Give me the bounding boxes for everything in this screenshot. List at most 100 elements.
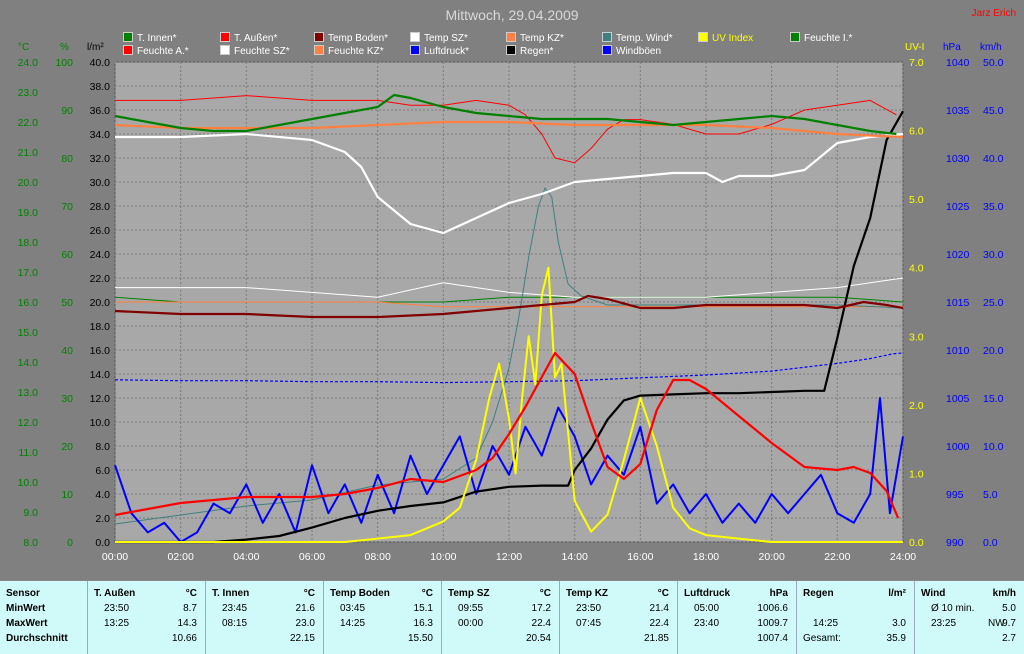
wind-tick: 15.0	[983, 393, 1004, 405]
wind-unit: km/h	[980, 42, 1002, 53]
wind-tick: 0.0	[983, 537, 998, 549]
x-tick: 16:00	[627, 551, 653, 563]
wind-tick: 25.0	[983, 297, 1004, 309]
wind-tick: 30.0	[983, 249, 1004, 261]
stats-min: 21.4	[649, 603, 669, 614]
percent-tick: 30	[61, 393, 73, 405]
legend-label: Feuchte I.*	[804, 33, 853, 44]
stats-max-time: 14:25	[340, 618, 366, 629]
rain-tick: 14.0	[90, 369, 111, 381]
stats-avg-label: Ø 10 min.	[931, 603, 975, 614]
stats-table: Sensor MinWert MaxWert Durchschnitt T. A…	[0, 580, 1024, 654]
stats-max: 3.0	[892, 618, 906, 629]
rain-tick: 22.0	[90, 273, 111, 285]
rain-tick: 38.0	[90, 81, 111, 93]
x-tick: 14:00	[562, 551, 588, 563]
legend-item: T. Innen*	[123, 32, 176, 44]
percent-tick: 90	[61, 105, 73, 117]
stats-avg: 22.15	[289, 633, 315, 644]
stats-header: Temp SZ	[448, 588, 490, 599]
wind-tick: 40.0	[983, 153, 1004, 165]
legend-item: Feuchte A.*	[123, 45, 189, 57]
celsius-tick: 13.0	[18, 387, 39, 399]
legend-item: Feuchte I.*	[790, 32, 852, 44]
percent-unit: %	[60, 42, 69, 53]
stats-unit: °C	[539, 588, 551, 599]
stats-max-time: 00:00	[458, 618, 484, 629]
stats-avg: 10.66	[171, 633, 197, 644]
stats-min-time: 23:45	[222, 603, 248, 614]
stats-avg: 20.54	[525, 633, 551, 644]
stats-max: 22.4	[649, 618, 669, 629]
legend-label: Regen*	[520, 46, 554, 57]
x-tick: 06:00	[299, 551, 325, 563]
legend-item: Luftdruck*	[410, 45, 469, 57]
stats-max: 22.4	[531, 618, 551, 629]
celsius-tick: 19.0	[18, 207, 39, 219]
x-tick: 12:00	[496, 551, 522, 563]
stats-col-wind: Wind km/h Ø 10 min. 5.0 23:25 NW 9.7 2.7	[915, 581, 1024, 654]
legend-label: Feuchte A.*	[137, 46, 189, 57]
stats-header: Wind	[921, 588, 946, 599]
legend-swatch	[123, 45, 133, 55]
legend-item: Windböen	[602, 45, 661, 57]
x-tick: 02:00	[168, 551, 194, 563]
legend-label: Temp Boden*	[328, 33, 389, 44]
stats-max: 14.3	[177, 618, 197, 629]
legend-item: UV Index	[698, 32, 753, 44]
stats-avg: 21.85	[643, 633, 669, 644]
weather-chart: 24.0 23.0 22.0 21.0 20.0 19.0 18.0 17.0 16.0 15.0…	[18, 57, 1004, 563]
stats-min-time: 03:45	[340, 603, 366, 614]
legend-swatch	[410, 45, 420, 55]
stats-avg: 1007.4	[757, 633, 788, 644]
percent-tick: 20	[61, 441, 73, 453]
stats-max-time: 07:45	[576, 618, 602, 629]
stats-header: Temp Boden	[330, 588, 390, 599]
stats-unit: °C	[303, 588, 315, 599]
legend-label: Luftdruck*	[424, 46, 470, 57]
rain-tick: 26.0	[90, 225, 111, 237]
percent-tick: 60	[61, 249, 73, 261]
pressure-tick: 1030	[946, 153, 970, 165]
legend-swatch	[314, 45, 324, 55]
stats-unit: °C	[185, 588, 197, 599]
stats-max-time: 23:40	[694, 618, 720, 629]
rain-tick: 6.0	[95, 465, 110, 477]
celsius-unit: °C	[18, 42, 30, 53]
rain-tick: 40.0	[90, 57, 111, 69]
x-tick: 00:00	[102, 551, 128, 563]
pressure-tick: 995	[946, 489, 964, 501]
uv-tick: 5.0	[909, 194, 924, 206]
celsius-tick: 15.0	[18, 327, 39, 339]
stats-min-time: 23:50	[576, 603, 602, 614]
celsius-tick: 11.0	[18, 447, 38, 459]
celsius-tick: 18.0	[18, 237, 39, 249]
stats-unit: °C	[421, 588, 433, 599]
legend-item: Temp KZ*	[506, 32, 564, 44]
stats-col: Temp SZ °C 09:55 17.2 00:00 22.4 20.54	[442, 581, 560, 654]
pressure-tick: 1000	[946, 441, 970, 453]
uv-tick: 3.0	[909, 331, 924, 343]
stats-avg: 5.0	[1002, 603, 1016, 614]
rain-tick: 28.0	[90, 201, 111, 213]
celsius-tick: 12.0	[18, 417, 39, 429]
legend-swatch	[220, 45, 230, 55]
celsius-tick: 23.0	[18, 87, 39, 99]
percent-tick: 10	[61, 489, 73, 501]
x-tick: 08:00	[365, 551, 391, 563]
uv-tick: 4.0	[909, 263, 924, 275]
pressure-unit: hPa	[943, 42, 961, 53]
stats-min-time: 09:55	[458, 603, 484, 614]
rain-tick: 16.0	[90, 345, 111, 357]
stats-min: 1006.6	[757, 603, 788, 614]
stats-unit: l/m²	[888, 588, 906, 599]
legend-item: Temp. Wind*	[602, 32, 673, 44]
pressure-tick: 1010	[946, 345, 970, 357]
stats-max-time: 14:25	[813, 618, 839, 629]
stats-col: Temp Boden °C 03:45 15.1 14:25 16.3 15.50	[324, 581, 442, 654]
legend-label: Temp SZ*	[424, 33, 468, 44]
uv-tick: 2.0	[909, 400, 924, 412]
legend-label: Temp KZ*	[520, 33, 564, 44]
legend-swatch	[790, 32, 800, 42]
celsius-tick: 24.0	[18, 57, 39, 69]
